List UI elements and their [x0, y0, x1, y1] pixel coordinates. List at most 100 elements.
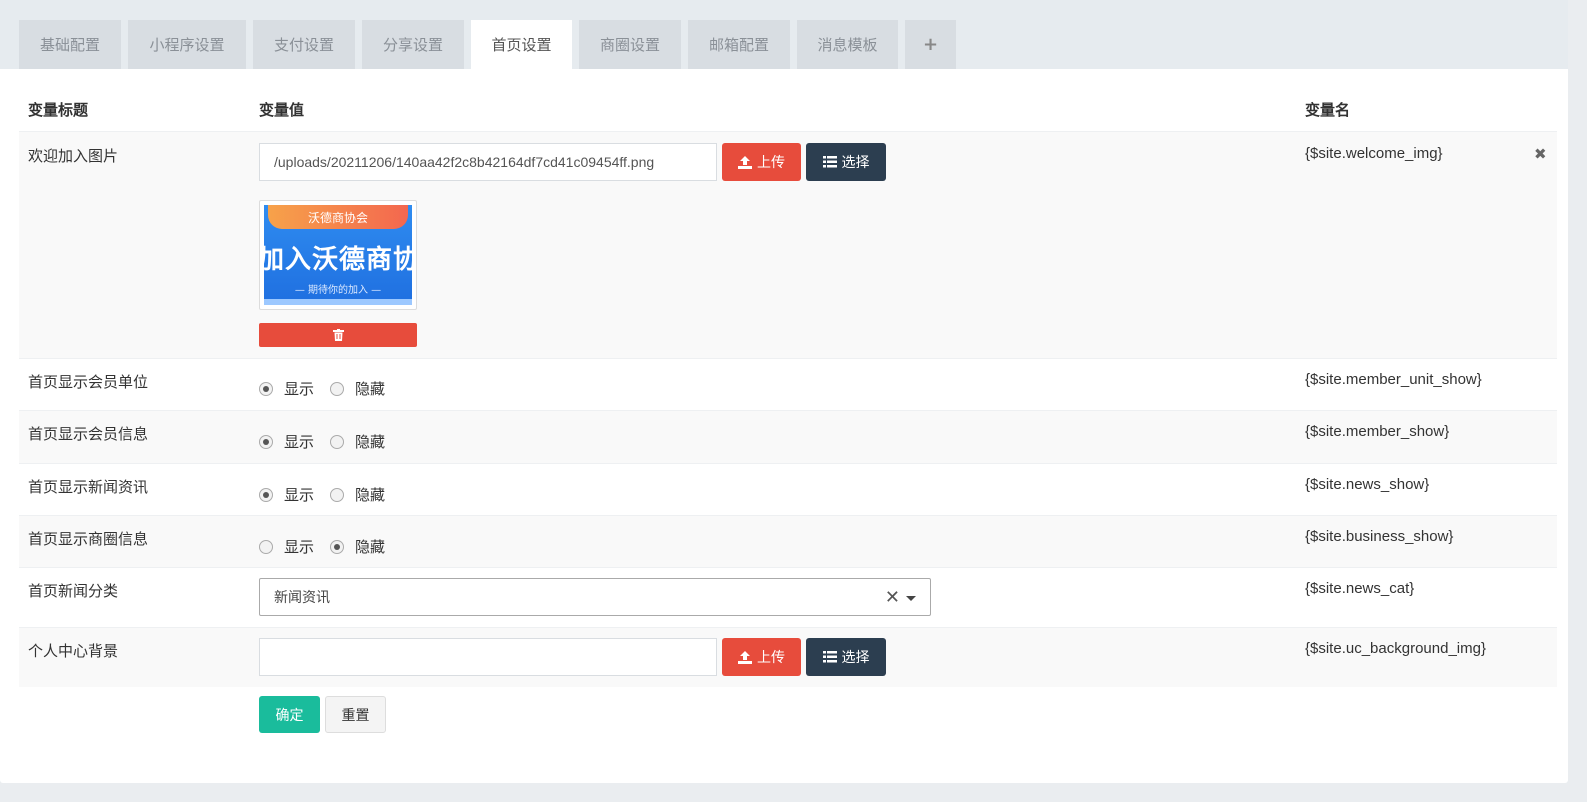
- tab-business-settings[interactable]: 商圈设置: [579, 20, 681, 69]
- uc-background-input[interactable]: [259, 638, 717, 676]
- row-varname: {$site.welcome_img}: [1305, 145, 1443, 162]
- row-label: 欢迎加入图片: [28, 147, 119, 165]
- radio-button[interactable]: [330, 539, 345, 554]
- row-label: 首页显示商圈信息: [28, 530, 149, 548]
- plus-icon: +: [922, 34, 939, 55]
- row-label: 首页显示新闻资讯: [28, 478, 149, 496]
- tab-basic-config[interactable]: 基础配置: [19, 20, 121, 69]
- row-label: 首页显示会员单位: [28, 373, 149, 391]
- close-icon[interactable]: ✖: [1534, 145, 1547, 163]
- tab-label: 支付设置: [273, 36, 334, 54]
- row-varname: {$site.news_cat}: [1305, 580, 1415, 597]
- radio-button[interactable]: [330, 487, 345, 502]
- welcome-img-preview: 沃德商协会 加入沃德商协 — 期待你的加入 —: [259, 200, 417, 310]
- preview-sub-text: — 期待你的加入 —: [294, 285, 382, 296]
- clear-icon[interactable]: ✕: [885, 587, 900, 608]
- preview-stripe: [264, 299, 412, 305]
- form-actions: 确定 重置: [19, 687, 1557, 747]
- select-label: 选择: [841, 155, 870, 171]
- tab-payment-settings[interactable]: 支付设置: [253, 20, 355, 69]
- preview-image: 沃德商协会 加入沃德商协 — 期待你的加入 —: [264, 205, 412, 305]
- list-icon: [822, 156, 837, 168]
- table-row-welcome-img: 欢迎加入图片 /uploads/20211206/140aa42f2c8b421…: [19, 131, 1557, 358]
- select-value: 新闻资讯: [274, 590, 330, 606]
- radio-label: 显示: [284, 433, 315, 451]
- upload-label: 上传: [757, 650, 785, 666]
- radio-button[interactable]: [330, 434, 345, 449]
- tab-share-settings[interactable]: 分享设置: [362, 20, 464, 69]
- radio-label: 隐藏: [355, 486, 386, 504]
- business-show-radios: 显示 隐藏: [259, 536, 401, 557]
- radio-hide[interactable]: 隐藏: [330, 431, 385, 452]
- table-row-business-show: 首页显示商圈信息 显示 隐藏 {$site.business_show}: [19, 515, 1557, 567]
- chevron-down-icon[interactable]: [906, 596, 916, 601]
- tab-home-settings[interactable]: 首页设置: [471, 20, 572, 69]
- tab-message-template[interactable]: 消息模板: [797, 20, 898, 69]
- reset-button[interactable]: 重置: [325, 696, 386, 733]
- tab-label: 小程序设置: [149, 36, 225, 54]
- tab-label: 邮箱配置: [708, 36, 769, 54]
- radio-button[interactable]: [259, 539, 273, 554]
- radio-label: 隐藏: [355, 538, 386, 556]
- table-row-news-cat: 首页新闻分类 新闻资讯 ✕ {$site.news_cat}: [19, 567, 1557, 627]
- upload-icon: [738, 155, 752, 169]
- table-row-member-show: 首页显示会员信息 显示 隐藏 {$site.member_show}: [19, 410, 1557, 463]
- tab-label: 商圈设置: [599, 36, 660, 54]
- upload-icon: [738, 650, 752, 664]
- radio-hide[interactable]: 隐藏: [330, 378, 385, 399]
- preview-main-text: 加入沃德商协: [264, 245, 412, 275]
- radio-button[interactable]: [330, 381, 345, 396]
- upload-button[interactable]: 上传: [722, 143, 801, 181]
- member-show-radios: 显示 隐藏: [259, 431, 401, 452]
- tab-label: 首页设置: [491, 36, 552, 54]
- tab-miniprogram-settings[interactable]: 小程序设置: [128, 20, 246, 69]
- radio-button[interactable]: [259, 434, 273, 449]
- row-varname: {$site.uc_background_img}: [1305, 640, 1486, 657]
- upload-label: 上传: [757, 155, 785, 171]
- tab-label: 基础配置: [39, 36, 100, 54]
- news-show-radios: 显示 隐藏: [259, 484, 401, 505]
- row-varname: {$site.member_unit_show}: [1305, 371, 1482, 388]
- header-varname: 变量名: [1305, 101, 1351, 119]
- welcome-img-input[interactable]: /uploads/20211206/140aa42f2c8b42164df7cd…: [259, 143, 717, 181]
- radio-label: 隐藏: [355, 433, 386, 451]
- header-value: 变量值: [259, 101, 305, 119]
- select-label: 选择: [841, 650, 870, 666]
- settings-panel: 变量标题 变量值 变量名 欢迎加入图片 /uploads/20211206/14…: [0, 69, 1568, 783]
- row-varname: {$site.member_show}: [1305, 423, 1450, 440]
- add-tab-button[interactable]: +: [905, 20, 956, 69]
- list-icon: [822, 651, 837, 663]
- radio-label: 隐藏: [355, 380, 386, 398]
- radio-button[interactable]: [259, 487, 273, 502]
- radio-label: 显示: [284, 538, 315, 556]
- row-label: 首页新闻分类: [28, 582, 119, 600]
- radio-label: 显示: [284, 380, 315, 398]
- radio-hide[interactable]: 隐藏: [330, 484, 385, 505]
- trash-icon: [332, 329, 344, 341]
- radio-hide[interactable]: 隐藏: [330, 536, 385, 557]
- tab-label: 消息模板: [817, 36, 878, 54]
- row-label: 个人中心背景: [28, 642, 119, 660]
- radio-show[interactable]: 显示: [259, 431, 314, 452]
- radio-button[interactable]: [259, 381, 273, 396]
- header-title: 变量标题: [28, 101, 89, 119]
- tab-email-config[interactable]: 邮箱配置: [688, 20, 790, 69]
- confirm-button[interactable]: 确定: [259, 696, 320, 733]
- news-category-select[interactable]: 新闻资讯 ✕: [259, 578, 931, 616]
- tab-bar: 基础配置 小程序设置 支付设置 分享设置 首页设置 商圈设置 邮箱配置 消息模板…: [0, 0, 1568, 69]
- radio-show[interactable]: 显示: [259, 536, 314, 557]
- preview-banner-text: 沃德商协会: [268, 205, 408, 229]
- delete-image-button[interactable]: [259, 323, 417, 347]
- select-button[interactable]: 选择: [806, 638, 886, 676]
- select-button[interactable]: 选择: [806, 143, 886, 181]
- upload-button[interactable]: 上传: [722, 638, 801, 676]
- table-row-uc-background: 个人中心背景 上传 选择 {$site.uc_background_img}: [19, 627, 1557, 687]
- radio-show[interactable]: 显示: [259, 378, 314, 399]
- radio-show[interactable]: 显示: [259, 484, 314, 505]
- table-row-member-unit-show: 首页显示会员单位 显示 隐藏 {$site.member_unit_show}: [19, 358, 1557, 410]
- table-header: 变量标题 变量值 变量名: [19, 69, 1557, 131]
- row-label: 首页显示会员信息: [28, 425, 149, 443]
- member-unit-show-radios: 显示 隐藏: [259, 378, 401, 399]
- row-varname: {$site.news_show}: [1305, 476, 1430, 493]
- radio-label: 显示: [284, 486, 315, 504]
